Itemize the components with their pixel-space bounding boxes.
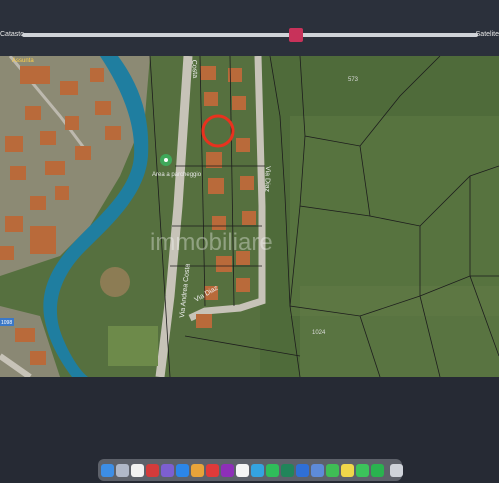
slider-left-label: Catasto [0, 31, 25, 38]
trash-icon[interactable] [390, 463, 403, 477]
layer-opacity-slider[interactable] [22, 33, 478, 37]
telegram-icon[interactable] [251, 463, 264, 477]
indesign-icon[interactable] [206, 463, 219, 477]
finder-icon[interactable] [101, 463, 114, 477]
preview-icon[interactable] [311, 463, 324, 477]
stickies-icon[interactable] [341, 463, 354, 477]
macos-dock [98, 459, 403, 481]
xcode-icon[interactable] [191, 463, 204, 477]
watermark-logo: immobiliare [150, 229, 273, 256]
word-icon[interactable] [296, 463, 309, 477]
label-street-upper: Costa [190, 60, 198, 79]
appstore-icon[interactable] [176, 463, 189, 477]
messages-icon[interactable] [356, 463, 369, 477]
notion-icon[interactable] [236, 463, 249, 477]
slider-thumb[interactable] [288, 28, 303, 42]
label-road-sign: 1098 [1, 320, 12, 326]
facetime-icon[interactable] [326, 463, 339, 477]
satellite-map[interactable]: Area a parcheggio Assunta Via Andrea Cos… [0, 56, 499, 377]
notes-icon[interactable] [161, 463, 174, 477]
label-street-right: Via Diaz [263, 166, 271, 193]
label-area: Area a parcheggio [152, 172, 202, 178]
top-toolbar: Catasto Satelite [0, 0, 499, 56]
slider-right-label: Satelite [475, 31, 499, 38]
whatsapp-icon[interactable] [371, 463, 384, 477]
map-canvas[interactable]: Area a parcheggio Assunta Via Andrea Cos… [0, 56, 499, 377]
label-parcel-2: 1024 [312, 330, 326, 336]
label-parcel-1: 573 [348, 77, 359, 83]
spotify-icon[interactable] [266, 463, 279, 477]
excel-icon[interactable] [281, 463, 294, 477]
label-poi: Assunta [12, 58, 34, 64]
launchpad-icon[interactable] [116, 463, 129, 477]
mail-icon[interactable] [146, 463, 159, 477]
photoshop-icon[interactable] [221, 463, 234, 477]
calendar-icon[interactable] [131, 463, 144, 477]
